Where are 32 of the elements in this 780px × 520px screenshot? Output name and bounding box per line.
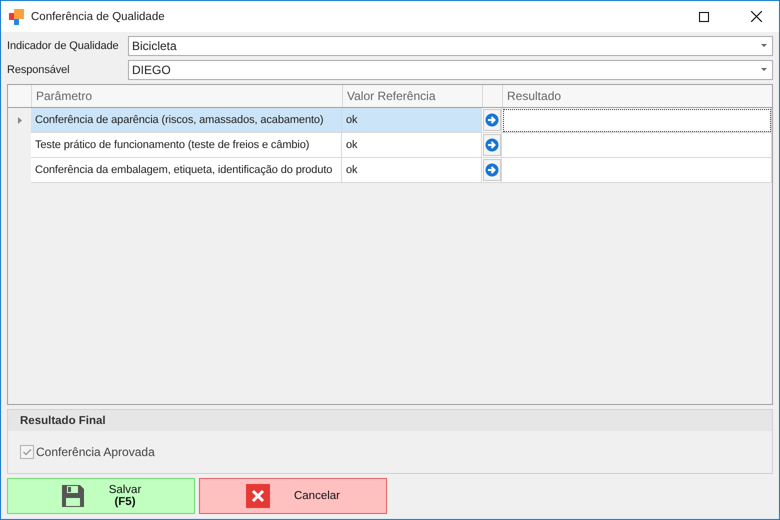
column-header[interactable]: Resultado	[502, 85, 772, 107]
dropdown-field[interactable]: Bicicleta	[128, 36, 773, 56]
cancel-button[interactable]: Cancelar	[199, 478, 387, 514]
maximize-icon	[699, 12, 709, 22]
close-icon	[750, 11, 762, 22]
column-header[interactable]: Parâmetro	[31, 85, 342, 107]
arrow-button[interactable]	[482, 159, 500, 181]
table-cell[interactable]: Conferência da embalagem, etiqueta, identificação do produto	[31, 158, 342, 183]
table-cell[interactable]: ok	[342, 108, 482, 133]
result-input[interactable]	[502, 158, 772, 183]
panel-title: Resultado Final	[20, 414, 106, 426]
table-cell[interactable]: Conferência de aparência (riscos, amassados, acabamento)	[31, 108, 342, 133]
field-label: Indicador de Qualidade	[7, 40, 120, 52]
result-input[interactable]	[502, 108, 772, 133]
column-header[interactable]: Valor Referência	[342, 85, 482, 107]
save-button[interactable]: Salvar (F5)	[7, 478, 195, 514]
check-icon	[22, 447, 32, 457]
arrow-button[interactable]	[482, 109, 500, 131]
field-label: Responsável	[7, 64, 70, 76]
arrow-button[interactable]	[482, 134, 500, 156]
row-pointer-icon	[18, 117, 22, 124]
arrow-right-icon	[484, 163, 498, 177]
result-input[interactable]	[502, 133, 772, 158]
app-logo-icon	[9, 8, 25, 24]
dropdown-field[interactable]: DIEGO	[128, 60, 773, 80]
close-icon	[246, 484, 270, 508]
table-cell[interactable]: ok	[342, 133, 482, 158]
arrow-right-icon	[484, 138, 498, 152]
window-title: Conferência de Qualidade	[31, 10, 166, 22]
arrow-right-icon	[484, 113, 498, 127]
table-cell[interactable]: ok	[342, 158, 482, 183]
table-cell[interactable]: Teste prático de funcionamento (teste de freios e câmbio)	[31, 133, 342, 158]
